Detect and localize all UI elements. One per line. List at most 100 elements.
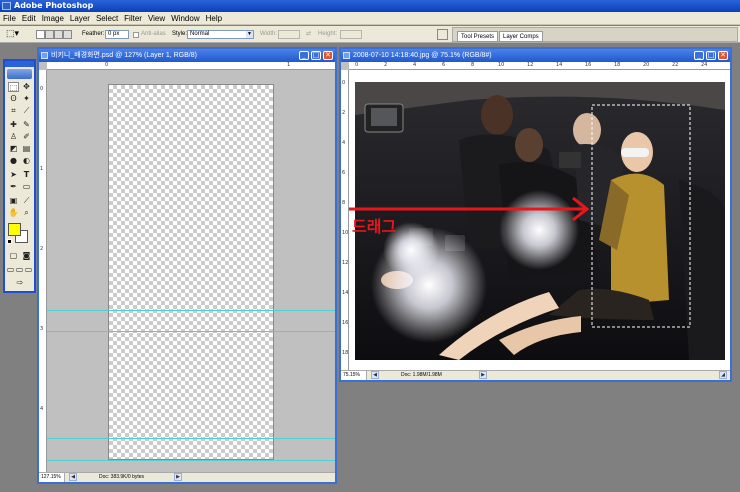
style-select[interactable]: Normal ▼ xyxy=(187,30,254,39)
guide-line[interactable] xyxy=(47,438,335,439)
doc-left-titlebar[interactable]: 비키니_배경화면.psd @ 127% (Layer 1, RGB/8) xyxy=(39,49,335,62)
eraser-icon[interactable]: ◩ xyxy=(8,144,19,154)
hand-icon[interactable]: ✋ xyxy=(8,208,19,218)
horizontal-ruler: 0 2 4 6 8 10 12 14 16 18 20 22 24 xyxy=(349,62,730,70)
zoom-field[interactable]: 127.15% xyxy=(39,473,65,482)
style-label: Style: xyxy=(172,31,188,37)
pen-icon[interactable]: ✒ xyxy=(8,182,19,192)
type-icon[interactable]: T xyxy=(21,170,32,180)
subtract-selection-icon[interactable] xyxy=(54,30,63,39)
marquee-icon[interactable]: ⬚ xyxy=(8,82,19,92)
canvas-area[interactable] xyxy=(47,70,335,472)
app-title: Adobe Photoshop xyxy=(14,1,94,10)
doc-left-statusbar: 127.15% Doc: 383.9K/0 bytes ◀ ▶ xyxy=(39,472,335,482)
eyedropper-icon[interactable]: ⟋ xyxy=(21,196,32,206)
tab-tool-presets[interactable]: Tool Presets xyxy=(457,31,499,42)
doc-size-info[interactable]: Doc: 1.98M/1.98M xyxy=(401,371,442,380)
guide-line[interactable] xyxy=(47,331,335,332)
transparent-canvas[interactable] xyxy=(108,84,274,460)
menu-view[interactable]: View xyxy=(145,12,168,25)
menu-edit[interactable]: Edit xyxy=(19,12,39,25)
marquee-preset-icon[interactable]: ⬚▾ xyxy=(6,29,24,40)
feather-label: Feather: xyxy=(82,31,105,37)
maximize-button[interactable]: □ xyxy=(706,51,716,60)
minimize-button[interactable]: _ xyxy=(299,51,309,60)
menu-select[interactable]: Select xyxy=(93,12,121,25)
jump-to-imageready-icon[interactable]: ⇨ xyxy=(8,278,32,288)
add-selection-icon[interactable] xyxy=(45,30,54,39)
swap-icon: ⇄ xyxy=(306,31,312,37)
doc-right-statusbar: 75.15% Doc: 1.98M/1.98M ◀ ▶ ◢ xyxy=(341,370,730,380)
guide-line[interactable] xyxy=(47,310,335,311)
ruler-label: 2 xyxy=(40,246,44,252)
palette-well: Tool Presets Layer Comps xyxy=(452,27,738,42)
feather-input[interactable]: 0 px xyxy=(105,30,129,39)
ruler-label: 22 xyxy=(672,62,679,68)
resize-grip-icon[interactable]: ◢ xyxy=(719,371,727,379)
gradient-icon[interactable]: ▤ xyxy=(21,144,32,154)
history-brush-icon[interactable]: ✐ xyxy=(21,132,32,142)
shape-icon[interactable]: ▭ xyxy=(21,182,32,192)
antialias-checkbox[interactable] xyxy=(133,32,139,38)
screen-mode-full-icon[interactable]: ▭ xyxy=(24,265,33,275)
menu-image[interactable]: Image xyxy=(39,12,67,25)
menu-file[interactable]: File xyxy=(0,12,19,25)
ruler-label: 0 xyxy=(355,62,359,68)
screen-mode-standard-icon[interactable]: ▭ xyxy=(6,265,15,275)
ruler-label: 12 xyxy=(527,62,534,68)
ruler-label: 18 xyxy=(342,350,349,356)
intersect-selection-icon[interactable] xyxy=(63,30,72,39)
vertical-ruler: 0 1 2 3 4 xyxy=(39,70,47,472)
quickmask-mode-icon[interactable]: ◙ xyxy=(21,251,32,261)
brush-icon[interactable]: ✎ xyxy=(21,120,32,130)
palette-browser-icon[interactable] xyxy=(437,29,448,40)
screen-mode-fullmenu-icon[interactable]: ▭ xyxy=(15,265,24,275)
zoom-icon[interactable]: ⌕ xyxy=(21,208,32,218)
magic-wand-icon[interactable]: ✦ xyxy=(21,94,32,104)
foreground-color-swatch[interactable] xyxy=(8,223,21,236)
blur-icon[interactable]: ● xyxy=(8,156,19,166)
scroll-right-arrow-icon[interactable]: ▶ xyxy=(174,473,182,481)
height-label: Height: xyxy=(318,31,338,37)
tab-layer-comps[interactable]: Layer Comps xyxy=(499,31,543,42)
maximize-button[interactable]: □ xyxy=(311,51,321,60)
minimize-button[interactable]: _ xyxy=(694,51,704,60)
guide-line[interactable] xyxy=(47,460,335,461)
canvas-area[interactable]: 드래그 xyxy=(349,70,730,370)
lasso-icon[interactable]: ʘ xyxy=(8,94,19,104)
crop-icon[interactable]: ⌗ xyxy=(8,106,19,116)
doc-size-info[interactable]: Doc: 383.9K/0 bytes xyxy=(99,473,144,482)
zoom-field[interactable]: 75.15% xyxy=(341,371,367,380)
notes-icon[interactable]: ▣ xyxy=(8,196,19,206)
ruler-label: 4 xyxy=(413,62,417,68)
toolbox-header[interactable] xyxy=(5,61,34,67)
height-input[interactable] xyxy=(340,30,362,39)
menu-filter[interactable]: Filter xyxy=(121,12,145,25)
close-button[interactable]: ✕ xyxy=(718,51,728,60)
menu-help[interactable]: Help xyxy=(203,12,225,25)
standard-mode-icon[interactable]: ▢ xyxy=(8,251,19,261)
ruler-label: 12 xyxy=(342,260,349,266)
feather-logo-icon xyxy=(7,69,32,79)
doc-right-titlebar[interactable]: 2008-07-10 14:18:40.jpg @ 75.1% (RGB/8#) xyxy=(341,49,730,62)
ruler-label: 16 xyxy=(342,320,349,326)
move-icon[interactable]: ✥ xyxy=(21,82,32,92)
horizontal-ruler: 0 1 xyxy=(47,62,335,70)
scroll-right-arrow-icon[interactable]: ▶ xyxy=(479,371,487,379)
chevron-down-icon: ▼ xyxy=(246,31,253,38)
default-colors-icon[interactable] xyxy=(7,239,12,244)
slice-icon[interactable]: ⟋ xyxy=(21,106,32,116)
stamp-icon[interactable]: ♙ xyxy=(8,132,19,142)
dodge-icon[interactable]: ◐ xyxy=(21,156,32,166)
scroll-left-arrow-icon[interactable]: ◀ xyxy=(371,371,379,379)
new-selection-icon[interactable] xyxy=(36,30,45,39)
healing-icon[interactable]: ✚ xyxy=(8,120,19,130)
menu-layer[interactable]: Layer xyxy=(67,12,93,25)
menu-window[interactable]: Window xyxy=(168,12,202,25)
close-button[interactable]: ✕ xyxy=(323,51,333,60)
antialias-label: Anti-alias xyxy=(141,31,166,37)
width-input[interactable] xyxy=(278,30,300,39)
path-select-icon[interactable]: ➤ xyxy=(8,170,19,180)
scroll-left-arrow-icon[interactable]: ◀ xyxy=(69,473,77,481)
ruler-label: 24 xyxy=(701,62,708,68)
